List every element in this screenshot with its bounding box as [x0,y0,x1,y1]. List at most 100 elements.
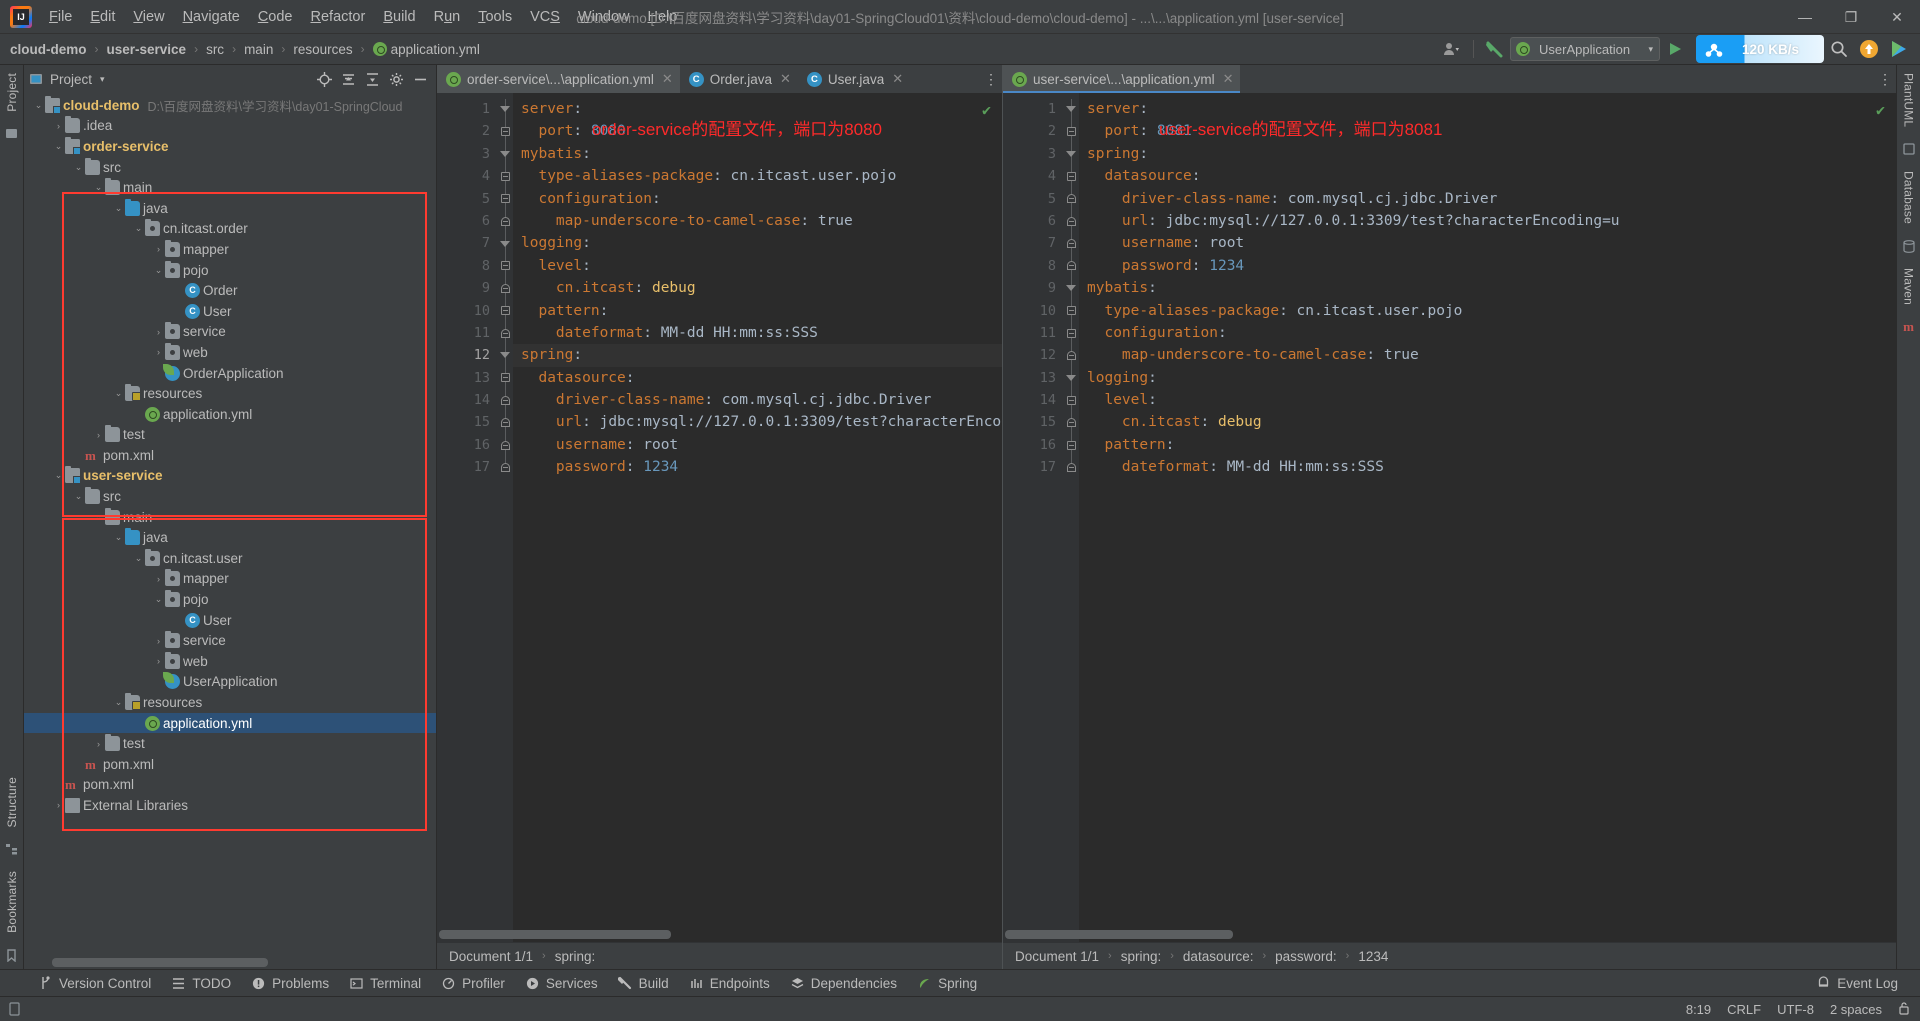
fold-marker[interactable] [1063,300,1079,322]
fold-region-icon[interactable] [500,194,510,204]
close-button[interactable]: ✕ [1874,0,1920,34]
target-icon[interactable] [312,67,336,91]
fold-marker[interactable] [497,389,513,411]
fold-marker[interactable] [497,210,513,232]
collapse-all-icon[interactable] [360,67,384,91]
editor-right-hscrollbar[interactable] [1005,930,1233,939]
fold-region-icon[interactable] [500,373,510,383]
line-number[interactable]: 4 [437,165,497,187]
fold-marker[interactable] [1063,120,1079,142]
fold-region-icon[interactable] [1066,216,1076,226]
line-number[interactable]: 14 [1003,389,1063,411]
line-number[interactable]: 17 [1003,456,1063,478]
tree-expand-arrow-icon[interactable]: ⌄ [152,594,165,605]
fold-marker[interactable] [1063,210,1079,232]
tree-node-user[interactable]: C User [24,610,436,631]
code-line[interactable]: driver-class-name: com.mysql.cj.jdbc.Dri… [513,389,1002,411]
fold-marker[interactable] [497,434,513,456]
bottom-tool-services[interactable]: Services [515,970,608,996]
fold-marker[interactable] [497,255,513,277]
menu-refactor[interactable]: Refactor [302,5,375,29]
memory-indicator-icon[interactable] [6,1001,22,1017]
tree-node-mapper[interactable]: › mapper [24,239,436,260]
bottom-tool-endpoints[interactable]: Endpoints [679,970,780,996]
project-tree[interactable]: ⌄ cloud-demo D:\百度网盘资料\学习资料\day01-SpringCl… [24,93,436,969]
tree-expand-arrow-icon[interactable]: › [52,121,65,131]
fold-region-icon[interactable] [500,395,510,405]
tree-expand-arrow-icon[interactable]: ⌄ [32,100,45,111]
tree-node-src[interactable]: ⌄ src [24,486,436,507]
bottom-tool-profiler[interactable]: Profiler [431,970,515,996]
fold-region-icon[interactable] [500,283,510,293]
tree-expand-arrow-icon[interactable]: ⌄ [132,553,145,564]
code-line[interactable]: mybatis: [513,143,1002,165]
code-content-left[interactable]: server: port: 8080 mybatis: type-aliases-… [513,93,1002,942]
bottom-tool-problems[interactable]: Problems [241,970,339,996]
hide-panel-icon[interactable] [408,67,432,91]
line-number[interactable]: 8 [437,255,497,277]
tree-node-userapplication[interactable]: UserApplication [24,672,436,693]
bottom-tool-version-control[interactable]: Version Control [28,970,161,996]
tool-window-bookmarks[interactable]: Bookmarks [5,863,19,941]
menu-run[interactable]: Run [425,5,470,29]
hammer-icon[interactable] [1481,36,1509,62]
tool-window-structure[interactable]: Structure [5,769,19,836]
fold-marker[interactable] [497,165,513,187]
editor-left-hscrollbar[interactable] [439,930,671,939]
inspection-ok-icon[interactable]: ✔ [982,101,991,119]
netdisk-speed-widget[interactable]: 120 KB/s [1696,35,1824,63]
tree-expand-arrow-icon[interactable]: ⌄ [52,470,65,481]
tree-expand-arrow-icon[interactable]: › [152,347,165,357]
fold-marker[interactable] [1063,367,1079,389]
breadcrumb-main[interactable]: main [240,40,277,59]
line-number[interactable]: 10 [437,300,497,322]
code-line[interactable]: spring: [1079,143,1896,165]
tree-node-external-libraries[interactable]: › External Libraries [24,795,436,816]
tab-order-service-application-yml[interactable]: order-service\...\application.yml ✕ [437,65,680,93]
run-configuration-selector[interactable]: UserApplication ▾ [1510,37,1660,61]
code-line[interactable]: driver-class-name: com.mysql.cj.jdbc.Dri… [1079,188,1896,210]
tree-node-web[interactable]: › web [24,342,436,363]
breadcrumb-user-service[interactable]: user-service [103,40,191,59]
menu-bar[interactable]: File Edit View Navigate Code Refactor Bu… [40,0,686,33]
fold-region-icon[interactable] [1066,171,1076,181]
fold-region-icon[interactable] [1066,418,1076,428]
line-number[interactable]: 2 [1003,120,1063,142]
code-line[interactable]: mybatis: [1079,277,1896,299]
fold-region-icon[interactable] [1066,328,1076,338]
minimize-button[interactable]: — [1782,0,1828,34]
fold-region-icon[interactable] [500,418,510,428]
settings-gear-icon[interactable] [384,67,408,91]
code-line[interactable]: username: root [513,434,1002,456]
line-number[interactable]: 5 [437,188,497,210]
code-line[interactable]: datasource: [1079,165,1896,187]
expand-all-icon[interactable] [336,67,360,91]
tree-expand-arrow-icon[interactable]: › [152,636,165,646]
fold-marker[interactable] [497,367,513,389]
tool-window-maven[interactable]: Maven [1902,260,1916,313]
tree-expand-arrow-icon[interactable]: › [152,244,165,254]
fold-region-icon[interactable] [1066,239,1076,249]
code-line[interactable]: password: 1234 [513,456,1002,478]
tab-overflow-icon[interactable]: ⋮ [980,65,1002,93]
code-line[interactable]: dateformat: MM-dd HH:mm:ss:SSS [513,322,1002,344]
line-number[interactable]: 15 [437,411,497,433]
fold-region-icon[interactable] [500,328,510,338]
tree-expand-arrow-icon[interactable]: › [92,430,105,440]
close-icon[interactable]: ✕ [780,71,791,87]
tab-overflow-icon[interactable]: ⋮ [1874,65,1896,93]
caret-position[interactable]: 8:19 [1686,1002,1711,1017]
fold-marker[interactable] [497,411,513,433]
fold-collapse-icon[interactable] [1066,106,1076,113]
code-line[interactable]: configuration: [1079,322,1896,344]
event-log-button[interactable]: Event Log [1806,976,1908,991]
line-number[interactable]: 11 [437,322,497,344]
code-line[interactable]: cn.itcast: debug [513,277,1002,299]
tree-expand-arrow-icon[interactable]: ⌄ [152,265,165,276]
code-line[interactable]: logging: [513,232,1002,254]
tree-node-test[interactable]: › test [24,733,436,754]
code-line[interactable]: map-underscore-to-camel-case: true [513,210,1002,232]
fold-marker[interactable] [497,232,513,254]
tree-node-test[interactable]: › test [24,425,436,446]
menu-navigate[interactable]: Navigate [174,5,249,29]
